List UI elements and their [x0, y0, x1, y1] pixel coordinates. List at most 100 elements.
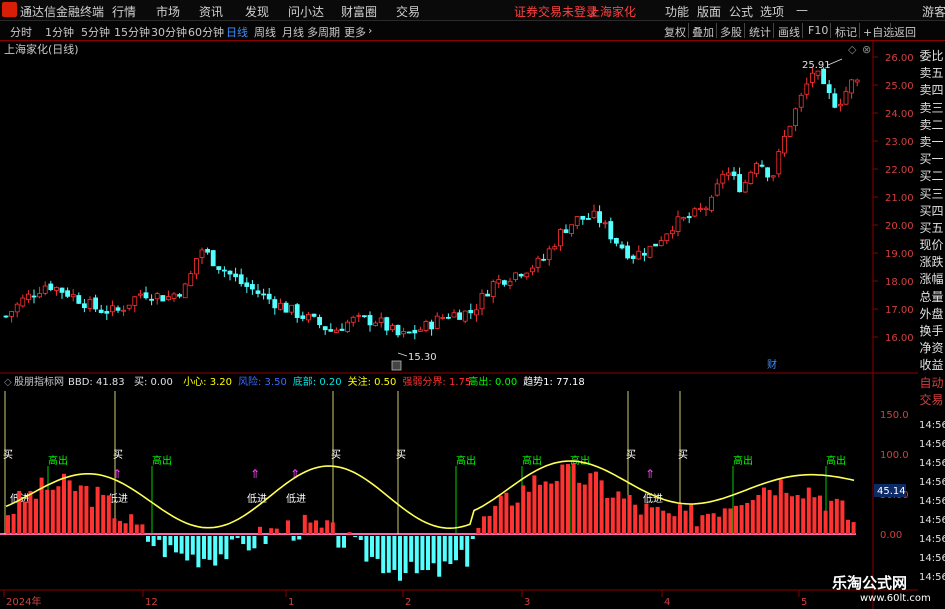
tool-back[interactable]: 返回: [894, 24, 916, 40]
indicator-collapse-icon[interactable]: ◇: [4, 377, 12, 388]
tab-period-1min[interactable]: 1分钟: [45, 24, 74, 40]
side-panel-item[interactable]: 买四: [918, 202, 945, 219]
bbd-bar: [594, 471, 598, 534]
price-tick-label: 23.00: [885, 137, 914, 148]
bbd-bar: [353, 536, 358, 538]
side-panel-item[interactable]: 买五: [918, 219, 945, 236]
bbd-bar: [218, 536, 223, 555]
candle-body: [137, 293, 143, 296]
tool-statistics[interactable]: 统计: [749, 24, 771, 40]
tool-overlay[interactable]: 叠加: [692, 24, 714, 40]
tab-period-weekly[interactable]: 周线: [254, 24, 276, 40]
watermark: 乐淘公式网 www.60lt.com: [832, 572, 942, 604]
candle-body: [14, 303, 20, 313]
candle-body: [182, 283, 188, 299]
candle-body: [373, 322, 379, 326]
side-panel-item[interactable]: 外盘: [918, 305, 945, 322]
side-panel-item[interactable]: 涨幅: [918, 270, 945, 287]
tab-period-daily[interactable]: 日线: [226, 24, 248, 40]
login-notice[interactable]: 证券交易未登录: [514, 3, 598, 20]
kline-chart[interactable]: 上海家化(日线) ◇ ⊗ 26.0025.0024.0023.0022.0021…: [0, 41, 918, 609]
tool-multi-stock[interactable]: 多股: [720, 24, 742, 40]
bbd-bar: [6, 515, 10, 534]
side-panel-item[interactable]: 总量: [918, 288, 945, 305]
side-panel-item[interactable]: 卖三: [918, 99, 945, 116]
side-panel-item[interactable]: 买一: [918, 150, 945, 167]
tool-restore-right[interactable]: 复权: [664, 24, 686, 40]
bbd-bar: [599, 480, 604, 534]
app-logo-icon[interactable]: [2, 2, 17, 17]
guest-user[interactable]: 游客: [922, 3, 945, 20]
side-panel-item[interactable]: 净资: [918, 339, 945, 356]
bbd-bar: [442, 536, 447, 562]
date-tick-label: 1: [288, 597, 294, 608]
close-icon[interactable]: ⊗: [862, 43, 871, 56]
cai-label[interactable]: 财: [767, 358, 777, 371]
side-panel-item[interactable]: 委比: [918, 47, 945, 64]
side-panel-item[interactable]: 买二: [918, 167, 945, 184]
side-panel-item[interactable]: 换手: [918, 322, 945, 339]
date-tick-label: 3: [524, 597, 530, 608]
candle-body: [541, 258, 546, 261]
menu-item-discover[interactable]: 发现: [245, 3, 269, 20]
indicator-name[interactable]: 股朋指标网: [14, 375, 64, 388]
menu-item-trade[interactable]: 交易: [396, 3, 420, 20]
bbd-bar: [39, 477, 44, 534]
menu-item-ask[interactable]: 问小达: [288, 3, 324, 20]
tool-draw-line[interactable]: 画线: [778, 24, 800, 40]
tab-period-60min[interactable]: 60分钟: [188, 24, 224, 40]
side-panel-item[interactable]: 交易: [918, 391, 945, 408]
event-marker-icon[interactable]: [391, 360, 402, 371]
tab-period-15min[interactable]: 15分钟: [114, 24, 150, 40]
bbd-bar: [330, 522, 335, 534]
menu-item-market[interactable]: 市场: [156, 3, 180, 20]
bbd-bar: [711, 513, 716, 534]
candle-body: [614, 237, 619, 244]
candle-body: [328, 329, 334, 332]
tab-period-multi[interactable]: 多周期: [307, 24, 340, 40]
indicator-current-value: 45.14: [877, 486, 906, 497]
side-panel-item[interactable]: 卖一: [918, 133, 945, 150]
side-panel-item[interactable]: 收益: [918, 356, 945, 373]
menu-item-options[interactable]: 选项: [760, 3, 784, 20]
menu-item-function[interactable]: 功能: [665, 3, 689, 20]
tab-period-timeshare[interactable]: 分时: [10, 24, 32, 40]
menu-item-news[interactable]: 资讯: [199, 3, 223, 20]
candle-body: [154, 293, 160, 300]
menu-item-wealth[interactable]: 财富圈: [341, 3, 377, 20]
price-axis: 26.00 25.00 24.00 23.00 22.00 21.00 20.00 19.00…: [873, 53, 914, 344]
side-panel-item[interactable]: 现价: [918, 236, 945, 253]
bbd-bar: [616, 491, 621, 534]
tab-period-more[interactable]: 更多: [344, 24, 366, 40]
side-panel-item[interactable]: 买三: [918, 185, 945, 202]
side-panel-item[interactable]: 自动: [918, 374, 945, 391]
menu-item-layout[interactable]: 版面: [697, 3, 721, 20]
bbd-bar: [582, 484, 587, 534]
bbd-bar: [258, 526, 262, 534]
tool-mark[interactable]: 标记: [835, 24, 857, 40]
menu-item-formula[interactable]: 公式: [729, 3, 753, 20]
menu-item-quotes[interactable]: 行情: [112, 3, 136, 20]
settings-icon[interactable]: ◇: [848, 43, 857, 56]
bbd-bar: [577, 482, 582, 534]
side-panel-item[interactable]: 涨跌: [918, 253, 945, 270]
bbd-bar: [778, 479, 783, 534]
side-panel-item[interactable]: 卖二: [918, 116, 945, 133]
minimize-icon[interactable]: —: [796, 3, 808, 17]
side-panel-item[interactable]: 卖五: [918, 64, 945, 81]
candle-body: [726, 172, 731, 176]
candle-body: [591, 210, 597, 218]
price-tick-label: 16.00: [885, 333, 914, 344]
bbd-bar: [224, 536, 229, 560]
candle-body: [429, 321, 435, 330]
chevron-right-icon[interactable]: ›: [368, 24, 372, 37]
tab-period-5min[interactable]: 5分钟: [81, 24, 110, 40]
tab-period-30min[interactable]: 30分钟: [151, 24, 187, 40]
bbd-bar: [17, 490, 22, 534]
buy-label: 买: [626, 449, 636, 461]
side-panel-item[interactable]: 卖四: [918, 81, 945, 98]
tool-f10[interactable]: F10: [808, 24, 828, 37]
bbd-bar: [336, 536, 341, 548]
tab-period-monthly[interactable]: 月线: [282, 24, 304, 40]
buy-label: 买: [3, 449, 13, 461]
